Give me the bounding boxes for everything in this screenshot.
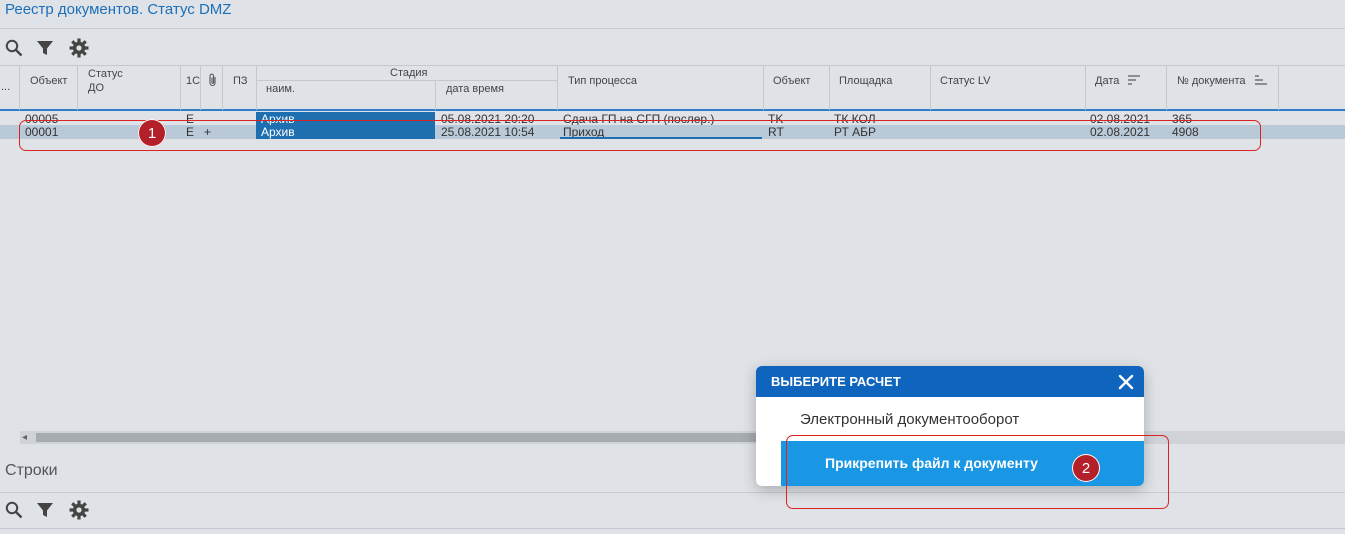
col-1c[interactable]: 1С [186, 75, 200, 87]
col-status-do-line2: ДО [88, 82, 105, 94]
paperclip-icon[interactable] [208, 73, 218, 90]
col-process-type[interactable]: Тип процесса [568, 75, 637, 87]
gear-icon[interactable] [62, 497, 96, 523]
filter-icon[interactable] [28, 497, 62, 523]
col-status-lv[interactable]: Статус LV [940, 75, 990, 87]
col-object[interactable]: Объект [30, 75, 67, 87]
annotation-badge-2: 2 [1072, 454, 1100, 482]
toolbar [0, 35, 96, 61]
col-stage[interactable]: Стадия [390, 67, 428, 79]
search-icon[interactable] [0, 497, 28, 523]
divider [0, 28, 1345, 29]
gear-icon[interactable] [62, 35, 96, 61]
close-icon[interactable] [1116, 372, 1136, 392]
col-site[interactable]: Площадка [839, 75, 892, 87]
col-date[interactable]: Дата [1095, 75, 1119, 87]
col-object2[interactable]: Объект [773, 75, 810, 87]
search-icon[interactable] [0, 35, 28, 61]
grid-header: ... Объект Статус ДО 1С ПЗ Стадия наим. … [0, 65, 1345, 111]
scroll-left-arrow-icon[interactable]: ◂ [22, 431, 27, 444]
window-title: Реестр документов. Статус DMZ [5, 1, 232, 18]
col-stage-name[interactable]: наим. [266, 83, 295, 95]
annotation-callout-2 [786, 435, 1169, 509]
popup-title: ВЫБЕРИТЕ РАСЧЕТ [771, 374, 901, 389]
col-status-do[interactable]: Статус [88, 68, 123, 80]
col-stage-datetime[interactable]: дата время [446, 83, 504, 95]
sort-asc-icon[interactable] [1255, 75, 1267, 88]
annotation-badge-1: 1 [138, 119, 166, 147]
lines-toolbar [0, 497, 96, 523]
more-columns-button[interactable]: ... [1, 81, 10, 93]
menu-item-edo[interactable]: Электронный документооборот [800, 411, 1019, 428]
col-pz[interactable]: ПЗ [233, 75, 248, 87]
scrollbar-thumb[interactable] [36, 433, 776, 442]
filter-icon[interactable] [28, 35, 62, 61]
annotation-callout-1 [19, 120, 1261, 151]
popup-header: ВЫБЕРИТЕ РАСЧЕТ [756, 366, 1144, 397]
divider [0, 528, 1345, 529]
section-title-lines: Строки [5, 462, 58, 479]
col-doc-number[interactable]: № документа [1177, 75, 1246, 87]
sort-desc-icon[interactable] [1128, 75, 1140, 88]
